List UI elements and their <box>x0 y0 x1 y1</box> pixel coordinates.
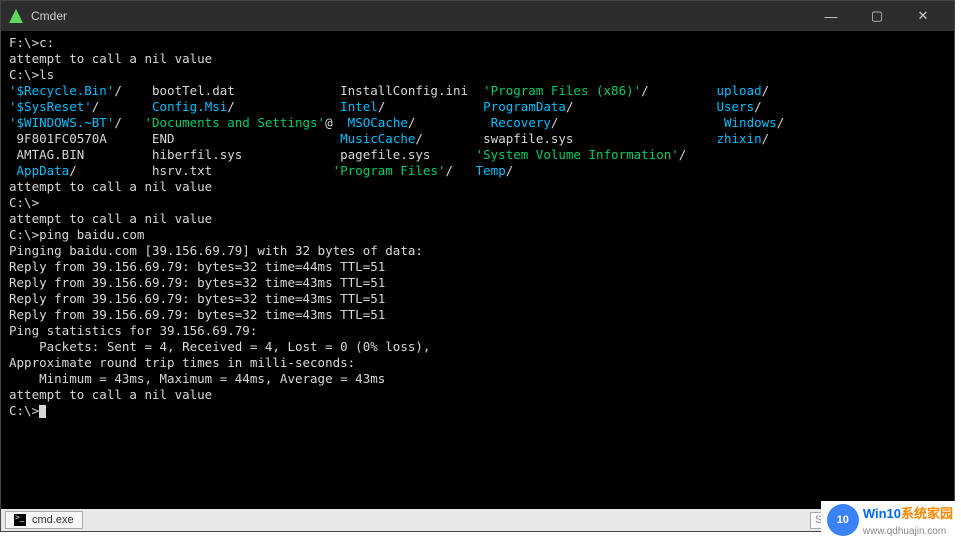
terminal-line: C:\>ping baidu.com <box>9 227 946 243</box>
terminal-line: attempt to call a nil value <box>9 51 946 67</box>
terminal-line: C:\>ls <box>9 67 946 83</box>
cursor <box>39 405 46 418</box>
app-window: Cmder — ▢ ✕ F:\>c:attempt to call a nil … <box>0 0 955 532</box>
terminal-line: C:\> <box>9 195 946 211</box>
terminal-line: Reply from 39.156.69.79: bytes=32 time=4… <box>9 259 946 275</box>
terminal-line: '$Recycle.Bin'/ bootTel.dat InstallConfi… <box>9 83 946 99</box>
watermark-text: Win10系统家园 www.qdhuajin.com <box>863 503 953 537</box>
terminal-line: AMTAG.BIN hiberfil.sys pagefile.sys 'Sys… <box>9 147 946 163</box>
terminal-line: F:\>c: <box>9 35 946 51</box>
terminal-line: Reply from 39.156.69.79: bytes=32 time=4… <box>9 291 946 307</box>
terminal-line: '$WINDOWS.~BT'/ 'Documents and Settings'… <box>9 115 946 131</box>
terminal-line: AppData/ hsrv.txt 'Program Files'/ Temp/ <box>9 163 946 179</box>
terminal-line: Minimum = 43ms, Maximum = 44ms, Average … <box>9 371 946 387</box>
terminal-line: C:\> <box>9 403 946 419</box>
window-controls: — ▢ ✕ <box>808 1 946 31</box>
console-tab[interactable]: cmd.exe <box>5 511 83 529</box>
tab-label: cmd.exe <box>32 514 74 526</box>
terminal-line: attempt to call a nil value <box>9 179 946 195</box>
terminal-line: Packets: Sent = 4, Received = 4, Lost = … <box>9 339 946 355</box>
minimize-button[interactable]: — <box>808 1 854 31</box>
maximize-button[interactable]: ▢ <box>854 1 900 31</box>
terminal-line: Pinging baidu.com [39.156.69.79] with 32… <box>9 243 946 259</box>
terminal-output[interactable]: F:\>c:attempt to call a nil valueC:\>ls'… <box>1 31 954 509</box>
close-button[interactable]: ✕ <box>900 1 946 31</box>
titlebar[interactable]: Cmder — ▢ ✕ <box>1 1 954 31</box>
terminal-line: Reply from 39.156.69.79: bytes=32 time=4… <box>9 307 946 323</box>
window-title: Cmder <box>31 9 808 23</box>
terminal-line: attempt to call a nil value <box>9 387 946 403</box>
terminal-line: '$SysReset'/ Config.Msi/ Intel/ ProgramD… <box>9 99 946 115</box>
watermark: 10 Win10系统家园 www.qdhuajin.com <box>821 501 959 539</box>
watermark-icon: 10 <box>827 504 859 536</box>
cmd-icon <box>14 514 26 526</box>
terminal-line: attempt to call a nil value <box>9 211 946 227</box>
terminal-line: Ping statistics for 39.156.69.79: <box>9 323 946 339</box>
app-icon <box>9 9 23 23</box>
terminal-line: 9F801FC0570A END MusicCache/ swapfile.sy… <box>9 131 946 147</box>
terminal-line: Approximate round trip times in milli-se… <box>9 355 946 371</box>
status-bar: cmd.exe Search 🔍 ≡ <box>1 509 954 531</box>
terminal-line: Reply from 39.156.69.79: bytes=32 time=4… <box>9 275 946 291</box>
